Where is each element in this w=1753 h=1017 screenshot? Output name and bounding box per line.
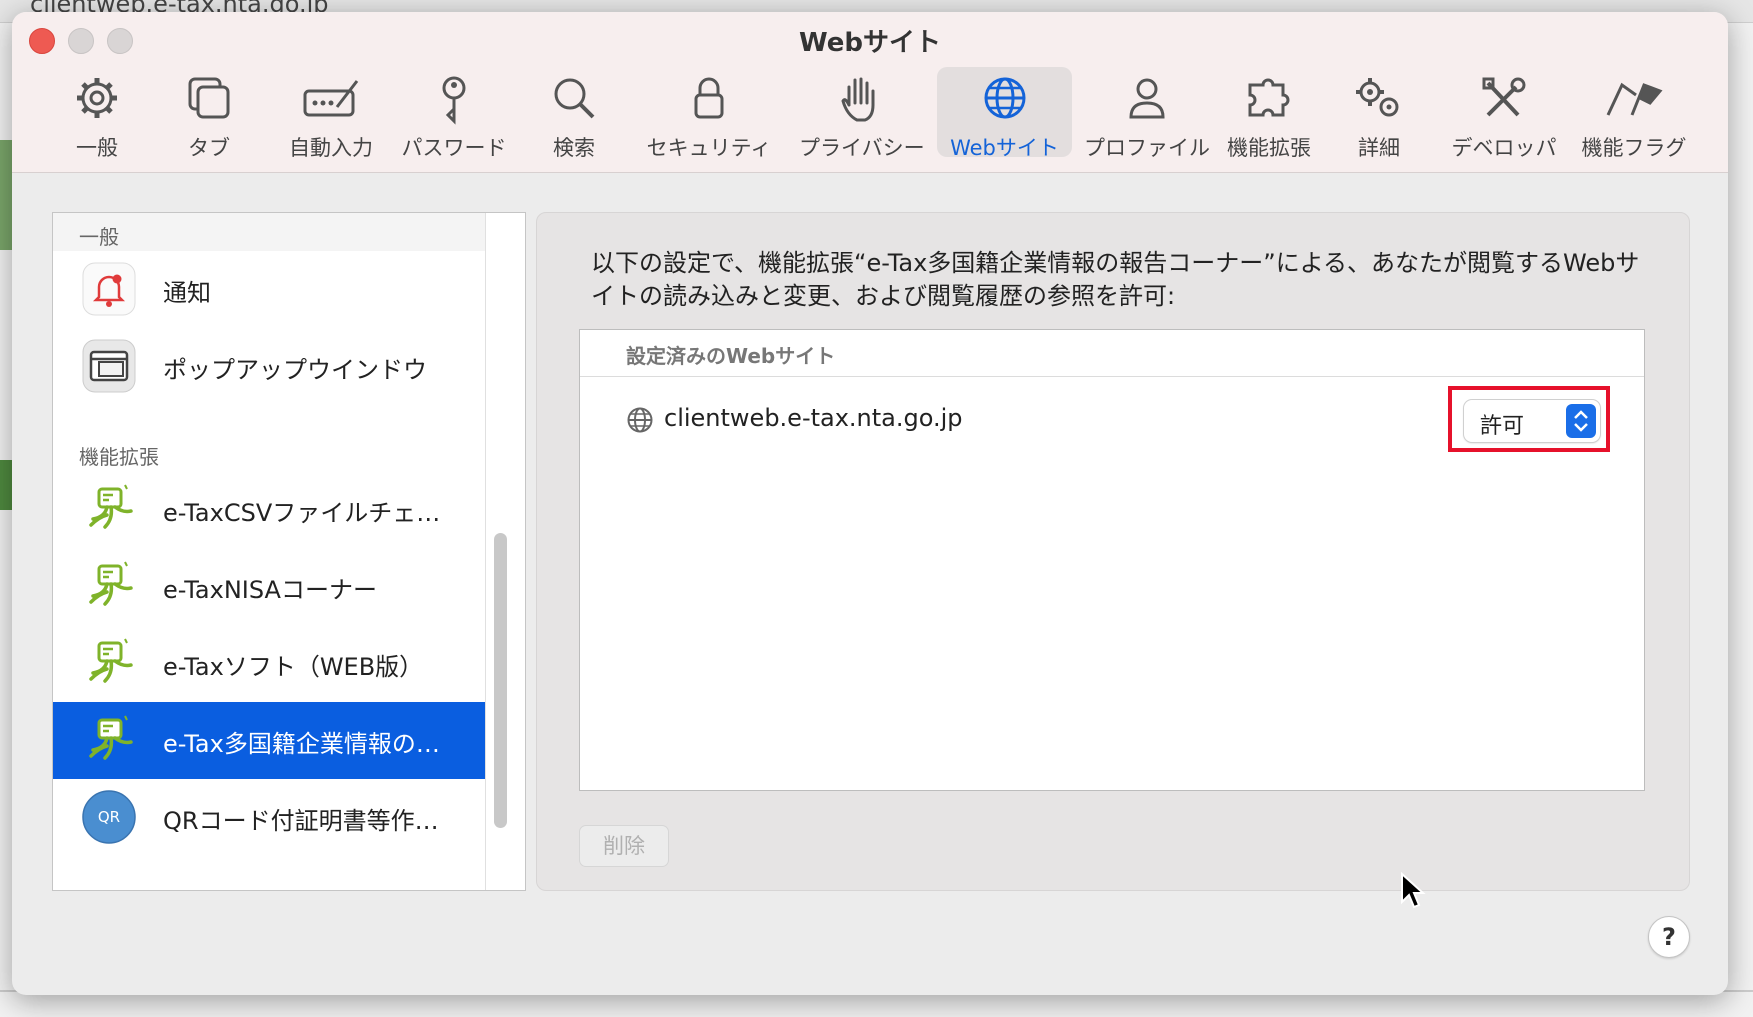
sidebar-list: 一般 通知 ポップアップウインドウ 機能拡張 e-TaxCSVファイルチェ… e… bbox=[52, 212, 526, 891]
globe-icon bbox=[984, 77, 1025, 119]
tab-autofill[interactable]: 自動入力 bbox=[286, 67, 376, 160]
sidebar-item-notifications[interactable]: 通知 bbox=[53, 251, 485, 328]
permission-value: 許可 bbox=[1480, 414, 1525, 439]
popup-window-icon bbox=[82, 339, 136, 393]
tab-websites[interactable]: Webサイト bbox=[937, 67, 1072, 160]
sidebar-item-label: 通知 bbox=[163, 279, 211, 307]
tools-icon bbox=[1482, 77, 1526, 117]
delete-button[interactable]: 削除 bbox=[579, 825, 669, 867]
tab-label: セキュリティ bbox=[646, 136, 772, 160]
key-icon bbox=[442, 76, 466, 125]
website-permissions-panel: 以下の設定で、機能拡張“e-Tax多国籍企業情報の報告コーナー”による、あなたが… bbox=[536, 212, 1690, 891]
tab-search[interactable]: 検索 bbox=[534, 67, 614, 160]
table-row[interactable]: clientweb.e-tax.nta.go.jp 許可 bbox=[580, 376, 1644, 466]
settings-window: Webサイト 一般 タブ 自動入力 パスワード 検索 セキュリティ プライバシー… bbox=[12, 12, 1728, 995]
sidebar-item-extension[interactable]: e-TaxNISAコーナー bbox=[53, 548, 485, 625]
tab-label: 一般 bbox=[76, 136, 118, 160]
sidebar-item-extension[interactable]: e-TaxCSVファイルチェ… bbox=[53, 471, 485, 548]
svg-text:QR: QR bbox=[98, 808, 120, 826]
tab-feature-flags[interactable]: 機能フラグ bbox=[1579, 67, 1689, 160]
sidebar-item-label: e-TaxCSVファイルチェ… bbox=[163, 499, 441, 527]
sidebar-item-label: e-TaxNISAコーナー bbox=[163, 576, 377, 604]
site-domain: clientweb.e-tax.nta.go.jp bbox=[664, 404, 963, 432]
background-decoration bbox=[0, 460, 12, 510]
background-decoration bbox=[0, 140, 12, 250]
list-divider bbox=[485, 213, 486, 890]
tab-extensions[interactable]: 機能拡張 bbox=[1224, 67, 1314, 160]
tab-label: 機能フラグ bbox=[1581, 136, 1687, 160]
etax-extension-icon bbox=[89, 638, 133, 683]
table-header: 設定済みのWebサイト bbox=[580, 330, 1644, 377]
permission-select[interactable]: 許可 bbox=[1464, 400, 1600, 442]
sidebar-item-label: QRコード付証明書等作… bbox=[163, 807, 439, 835]
tab-profiles[interactable]: プロファイル bbox=[1084, 67, 1210, 160]
mouse-cursor-icon bbox=[1401, 872, 1426, 909]
tab-tabs[interactable]: タブ bbox=[164, 67, 254, 160]
hand-icon bbox=[841, 77, 875, 122]
sidebar-item-extension[interactable]: e-Taxソフト（WEB版） bbox=[53, 625, 485, 702]
etax-extension-icon bbox=[89, 484, 133, 529]
gear-icon bbox=[77, 78, 117, 118]
sidebar-item-extension[interactable]: QR QRコード付証明書等作… bbox=[53, 779, 485, 856]
permission-description: 以下の設定で、機能拡張“e-Tax多国籍企業情報の報告コーナー”による、あなたが… bbox=[591, 249, 1640, 310]
tab-label: Webサイト bbox=[950, 136, 1059, 160]
person-icon bbox=[1128, 78, 1165, 119]
tab-privacy[interactable]: プライバシー bbox=[799, 67, 925, 160]
window-title: Webサイト bbox=[799, 28, 941, 58]
tab-label: プロファイル bbox=[1084, 136, 1210, 160]
tab-label: 機能拡張 bbox=[1227, 136, 1311, 160]
section-header-general: 一般 bbox=[53, 213, 485, 251]
tabs-icon bbox=[188, 77, 230, 119]
tab-passwords[interactable]: パスワード bbox=[399, 67, 509, 160]
chevron-up-down-icon bbox=[1566, 404, 1596, 438]
tab-label: 検索 bbox=[553, 136, 595, 160]
sidebar-item-popups[interactable]: ポップアップウインドウ bbox=[53, 328, 485, 405]
puzzle-icon bbox=[1248, 78, 1290, 117]
tab-label: デベロッパ bbox=[1451, 136, 1557, 160]
bell-icon bbox=[82, 262, 136, 316]
flags-icon bbox=[1606, 82, 1663, 116]
tab-developer[interactable]: デベロッパ bbox=[1449, 67, 1559, 160]
configured-websites-table: 設定済みのWebサイト clientweb.e-tax.nta.go.jp 許可 bbox=[579, 329, 1645, 791]
tab-advanced[interactable]: 詳細 bbox=[1344, 67, 1414, 160]
tab-security[interactable]: セキュリティ bbox=[644, 67, 774, 160]
etax-extension-icon bbox=[89, 561, 133, 606]
tab-label: タブ bbox=[188, 136, 230, 160]
sidebar-scrollbar[interactable] bbox=[494, 533, 507, 828]
tab-label: 自動入力 bbox=[289, 136, 373, 160]
sidebar-item-label: ポップアップウインドウ bbox=[163, 356, 427, 384]
search-icon bbox=[554, 78, 595, 119]
tab-label: 詳細 bbox=[1358, 136, 1400, 160]
lock-icon bbox=[694, 77, 724, 119]
autofill-icon bbox=[303, 80, 359, 117]
section-header-extensions: 機能拡張 bbox=[53, 433, 485, 471]
tab-label: パスワード bbox=[401, 136, 507, 160]
globe-icon bbox=[627, 407, 653, 433]
gears-icon bbox=[1356, 78, 1399, 117]
tab-label: プライバシー bbox=[799, 136, 925, 160]
titlebar: Webサイト 一般 タブ 自動入力 パスワード 検索 セキュリティ プライバシー… bbox=[12, 12, 1728, 173]
help-button[interactable]: ? bbox=[1648, 916, 1690, 958]
qr-icon: QR bbox=[82, 790, 136, 844]
sidebar-item-extension-selected[interactable]: e-Tax多国籍企業情報の… bbox=[53, 702, 485, 779]
sidebar-item-label: e-Tax多国籍企業情報の… bbox=[163, 730, 440, 758]
tab-general[interactable]: 一般 bbox=[54, 67, 140, 160]
sidebar-item-label: e-Taxソフト（WEB版） bbox=[163, 653, 424, 681]
etax-extension-icon bbox=[89, 715, 133, 760]
